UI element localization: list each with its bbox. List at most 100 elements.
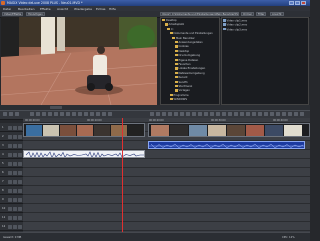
track-toggle-icon[interactable] (18, 125, 22, 130)
timeline-tool-icon[interactable] (156, 112, 160, 116)
timeline-tool-icon[interactable] (300, 112, 304, 116)
timeline-tool-icon[interactable] (42, 112, 46, 116)
track-lane[interactable] (23, 213, 310, 222)
track-toggle-icon[interactable] (13, 215, 17, 220)
playhead[interactable] (122, 118, 123, 232)
track-toggle-icon[interactable] (13, 188, 17, 193)
track-toggle-icon[interactable] (8, 161, 12, 166)
view-button[interactable]: Ansicht (270, 12, 284, 16)
track-toggle-icon[interactable] (18, 161, 22, 166)
track-toggle-icon[interactable] (18, 197, 22, 202)
timeline-tool-icon[interactable] (294, 112, 298, 116)
track-header[interactable]: 2 (0, 132, 23, 141)
timeline-tool-icon[interactable] (54, 112, 58, 116)
tree-item[interactable]: Arbeitsplatz (164, 23, 184, 26)
timeline-tool-icon[interactable] (108, 112, 112, 116)
timeline-tool-icon[interactable] (90, 112, 94, 116)
track-lane[interactable] (23, 186, 310, 195)
timeline-tool-icon[interactable] (216, 112, 220, 116)
track-lane[interactable] (23, 222, 310, 231)
timeline-tool-icon[interactable] (204, 112, 208, 116)
track-toggle-icon[interactable] (13, 143, 17, 148)
tree-item[interactable]: Favoriten (174, 63, 191, 66)
video-preview[interactable] (1, 17, 157, 105)
file-item[interactable]: Video clip2.mxv (223, 23, 247, 27)
track-toggle-icon[interactable] (8, 179, 12, 184)
timeline-tool-icon[interactable] (222, 112, 226, 116)
timeline-tool-icon[interactable] (15, 112, 19, 116)
timeline-tool-icon[interactable] (48, 112, 52, 116)
timeline-tool-icon[interactable] (192, 112, 196, 116)
video-clip-2[interactable] (148, 123, 310, 137)
close-button[interactable] (301, 1, 306, 5)
timeline-tool-icon[interactable] (186, 112, 190, 116)
track-toggle-icon[interactable] (18, 215, 22, 220)
timeline-tool-icon[interactable] (66, 112, 70, 116)
timeline-tool-icon[interactable] (72, 112, 76, 116)
track-toggle-icon[interactable] (8, 206, 12, 211)
timeline-tool-icon[interactable] (180, 112, 184, 116)
track-toggle-icon[interactable] (18, 179, 22, 184)
track-header[interactable]: 11 (0, 213, 23, 222)
timeline-tool-icon[interactable] (162, 112, 166, 116)
timeline-tool-icon[interactable] (252, 112, 256, 116)
timeline-tool-icon[interactable] (234, 112, 238, 116)
track-toggle-icon[interactable] (13, 206, 17, 211)
track-header[interactable]: 1 (0, 123, 23, 132)
track-header[interactable]: 9 (0, 195, 23, 204)
tree-item[interactable]: Anwendungsdaten (174, 41, 203, 44)
timeline-tool-icon[interactable] (198, 112, 202, 116)
track-toggle-icon[interactable] (13, 134, 17, 139)
tree-item[interactable]: WINDOWS (169, 98, 187, 101)
timeline-tool-icon[interactable] (9, 112, 13, 116)
track-toggle-icon[interactable] (18, 206, 22, 211)
tree-item[interactable]: Programme (169, 93, 189, 97)
maximize-button[interactable] (295, 1, 300, 5)
track-header[interactable]: 8 (0, 186, 23, 195)
track-header[interactable]: 7 (0, 177, 23, 186)
timeline-tool-icon[interactable] (276, 112, 280, 116)
tree-item[interactable]: Recent (174, 76, 187, 79)
timeline-tool-icon[interactable] (102, 112, 106, 116)
timeline-tool-icon[interactable] (150, 112, 154, 116)
track-lane[interactable] (23, 204, 310, 213)
file-item[interactable]: Video clip1.mxv (223, 19, 247, 22)
timeline-tool-icon[interactable] (36, 112, 40, 116)
track-toggle-icon[interactable] (13, 152, 17, 157)
tree-item[interactable]: C: (167, 27, 174, 31)
tab-video-effects[interactable]: Video/Effekte (2, 12, 24, 16)
track-toggle-icon[interactable] (13, 161, 17, 166)
track-toggle-icon[interactable] (18, 170, 22, 175)
track-toggle-icon[interactable] (13, 170, 17, 175)
time-ruler[interactable] (23, 118, 310, 122)
track-toggle-icon[interactable] (8, 143, 12, 148)
track-lane[interactable] (23, 168, 310, 177)
track-header[interactable]: 5 (0, 159, 23, 168)
filter-button[interactable]: Filter (256, 12, 267, 16)
tree-item[interactable]: Desktop (162, 19, 177, 22)
track-header[interactable]: 10 (0, 204, 23, 213)
timeline-tool-icon[interactable] (246, 112, 250, 116)
tree-item[interactable]: Eigene Dateien (174, 58, 198, 62)
audio-clip-1[interactable] (148, 141, 305, 149)
track-toggle-icon[interactable] (8, 125, 12, 130)
track-header[interactable]: 3 (0, 141, 23, 150)
track-header[interactable]: 6 (0, 168, 23, 177)
track-toggle-icon[interactable] (18, 224, 22, 229)
track-toggle-icon[interactable] (18, 143, 22, 148)
track-lane[interactable] (23, 177, 310, 186)
track-toggle-icon[interactable] (8, 152, 12, 157)
folder-button[interactable]: Ordner (241, 12, 255, 16)
tree-item[interactable]: Vorlagen (174, 89, 190, 92)
track-toggle-icon[interactable] (18, 134, 22, 139)
track-toggle-icon[interactable] (13, 224, 17, 229)
tab-add[interactable]: Hinzufügen (26, 12, 45, 16)
timeline-tool-icon[interactable] (270, 112, 274, 116)
timeline-tool-icon[interactable] (240, 112, 244, 116)
track-toggle-icon[interactable] (18, 188, 22, 193)
timeline-tool-icon[interactable] (228, 112, 232, 116)
tree-item[interactable]: Desktop (174, 49, 189, 53)
track-toggle-icon[interactable] (8, 224, 12, 229)
track-lane[interactable] (23, 159, 310, 168)
file-item[interactable]: Video clip3.mxv (223, 27, 247, 31)
